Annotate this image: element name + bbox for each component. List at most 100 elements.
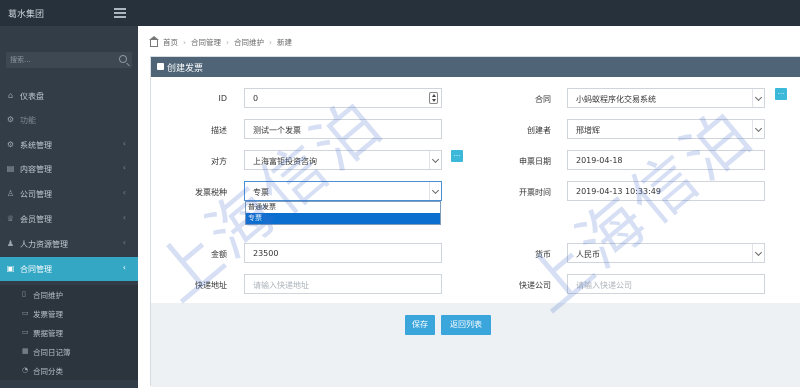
- sidebar-item-company[interactable]: ♙ 公司管理 ‹: [0, 182, 138, 206]
- file-icon: ▯: [22, 290, 26, 298]
- counterparty-label: 对方: [211, 157, 227, 166]
- creator-select[interactable]: 邢增辉: [567, 119, 765, 139]
- invoice-type-option[interactable]: 普通发票: [246, 202, 440, 213]
- sidebar-item-contract[interactable]: ▣ 合同管理 ‹: [0, 257, 138, 281]
- sidebar-item-content[interactable]: ▤ 内容管理 ‹: [0, 157, 138, 181]
- chevron-down-icon: [752, 244, 764, 262]
- chevron-down-icon: [752, 120, 764, 138]
- sidebar-item-dashboard[interactable]: ⌂ 仪表盘: [0, 84, 138, 108]
- counterparty-lookup-button[interactable]: ...: [451, 150, 463, 162]
- sidebar-item-hr[interactable]: ♟ 人力资源管理 ‹: [0, 232, 138, 256]
- back-to-list-button[interactable]: 返回列表: [441, 315, 491, 335]
- sidebar-search-input[interactable]: 搜索...: [6, 52, 132, 68]
- people-icon: ♟: [6, 239, 15, 248]
- content-icon: ▤: [6, 164, 15, 173]
- panel-header: 创建发票: [151, 57, 800, 77]
- save-button[interactable]: 保存: [405, 315, 435, 335]
- sidebar-subitem-receipt[interactable]: ▭ 票据管理: [0, 323, 138, 342]
- company-icon: ♙: [6, 189, 15, 198]
- express-company-placeholder: 请输入快递公司: [576, 281, 632, 290]
- breadcrumb: 首页 › 合同管理 › 合同维护 › 新建: [149, 36, 292, 48]
- invoice-type-option-selected[interactable]: 专票: [246, 213, 440, 224]
- gear-icon: ⚙: [6, 115, 15, 124]
- chevron-left-icon: ‹: [122, 213, 126, 222]
- contract-select[interactable]: 小蚂蚁程序化交易系统: [567, 88, 765, 108]
- chevron-left-icon: ‹: [122, 188, 126, 197]
- currency-label: 货币: [535, 250, 551, 259]
- sidebar-item-label: 内容管理: [20, 165, 52, 174]
- sidebar-subitem-invoice[interactable]: ▭ 发票管理: [0, 304, 138, 323]
- brand-name: 葛水集团: [8, 10, 45, 20]
- sidebar-section-functions: ⚙ 功能: [0, 108, 138, 132]
- chevron-down-icon: ‹: [122, 263, 126, 272]
- sidebar-item-label: 公司管理: [20, 190, 52, 199]
- description-field[interactable]: 测试一个发票: [244, 119, 442, 139]
- home-icon: [149, 36, 159, 47]
- sidebar-subitem-label: 合同维护: [33, 291, 63, 300]
- contract-icon: ▣: [6, 264, 15, 273]
- search-placeholder: 搜索...: [10, 56, 31, 64]
- apply-date-field[interactable]: 2019-04-18: [567, 150, 765, 170]
- currency-select[interactable]: 人民币: [567, 243, 765, 263]
- top-bar: 葛水集团: [0, 0, 800, 26]
- breadcrumb-home[interactable]: 首页: [163, 37, 178, 48]
- menu-toggle-icon[interactable]: [114, 8, 126, 18]
- express-address-label: 快递地址: [195, 281, 227, 290]
- chevron-down-icon: [429, 182, 441, 200]
- member-icon: ♕: [6, 214, 15, 223]
- express-address-input[interactable]: 请输入快递地址: [244, 274, 442, 294]
- calendar-icon: ▦: [22, 347, 29, 355]
- sidebar-subitem-contract-maintain[interactable]: ▯ 合同维护: [0, 285, 138, 304]
- sidebar-item-member[interactable]: ♕ 会员管理 ‹: [0, 207, 138, 231]
- sidebar-item-system[interactable]: ⚙ 系统管理 ‹: [0, 133, 138, 157]
- express-company-label: 快递公司: [519, 281, 551, 290]
- breadcrumb-contract-mgmt[interactable]: 合同管理: [191, 37, 221, 48]
- invoice-type-value: 专票: [253, 188, 269, 197]
- id-field[interactable]: 0: [244, 88, 442, 108]
- form-actions: 保存 返回列表: [151, 303, 800, 387]
- home-icon: ⌂: [7, 91, 14, 100]
- chevron-left-icon: ‹: [122, 139, 126, 148]
- chevron-down-icon: [752, 89, 764, 107]
- breadcrumb-separator: ›: [269, 38, 272, 47]
- sidebar: 搜索... ⌂ 仪表盘 ⚙ 功能 ⚙ 系统管理 ‹ ▤ 内容管理 ‹ ♙ 公司管…: [0, 26, 138, 388]
- panel-title: 创建发票: [167, 64, 204, 74]
- sidebar-subitem-category[interactable]: ◔ 合同分类: [0, 361, 138, 380]
- sidebar-item-label: 系统管理: [20, 141, 52, 150]
- express-company-input[interactable]: 请输入快递公司: [567, 274, 765, 294]
- description-value: 测试一个发票: [253, 126, 301, 135]
- issue-time-value: 2019-04-13 10:33:49: [576, 187, 661, 196]
- sidebar-subitem-label: 发票管理: [33, 310, 63, 319]
- main-content: 首页 › 合同管理 › 合同维护 › 新建 创建发票 ID 0 合同 小蚂蚁程序…: [138, 26, 800, 388]
- breadcrumb-contract-maintain[interactable]: 合同维护: [234, 37, 264, 48]
- sidebar-subitem-journal[interactable]: ▦ 合同日记簿: [0, 342, 138, 361]
- sidebar-item-label: 合同管理: [20, 265, 52, 274]
- invoice-form: ID 0 合同 小蚂蚁程序化交易系统 ... 描述 测试一个发票 创建者 邢增辉: [151, 77, 800, 303]
- search-icon[interactable]: [119, 55, 127, 63]
- contract-label: 合同: [535, 95, 551, 104]
- contract-value: 小蚂蚁程序化交易系统: [576, 95, 656, 104]
- apply-date-label: 申票日期: [519, 157, 551, 166]
- breadcrumb-separator: ›: [226, 38, 229, 47]
- counterparty-select[interactable]: 上海富钜投资咨询: [244, 150, 442, 170]
- counterparty-value: 上海富钜投资咨询: [253, 157, 317, 166]
- sidebar-subitem-label: 票据管理: [33, 329, 63, 338]
- contract-lookup-button[interactable]: ...: [775, 88, 787, 100]
- amount-value: 23500: [253, 249, 279, 258]
- sidebar-item-label: 功能: [20, 116, 36, 125]
- id-label: ID: [218, 94, 227, 103]
- amount-label: 金额: [211, 250, 227, 259]
- number-stepper-icon[interactable]: [429, 92, 438, 104]
- sidebar-item-label: 仪表盘: [20, 92, 44, 101]
- info-icon: [157, 63, 164, 70]
- issue-time-field[interactable]: 2019-04-13 10:33:49: [567, 181, 765, 201]
- issue-time-label: 开票时间: [519, 188, 551, 197]
- chevron-left-icon: ‹: [122, 163, 126, 172]
- invoice-type-select[interactable]: 专票: [244, 181, 442, 201]
- amount-field[interactable]: 23500: [244, 243, 442, 263]
- id-value: 0: [253, 94, 259, 103]
- creator-label: 创建者: [527, 126, 551, 135]
- category-icon: ◔: [22, 366, 29, 374]
- creator-value: 邢增辉: [576, 126, 600, 135]
- settings-icon: ⚙: [6, 140, 15, 149]
